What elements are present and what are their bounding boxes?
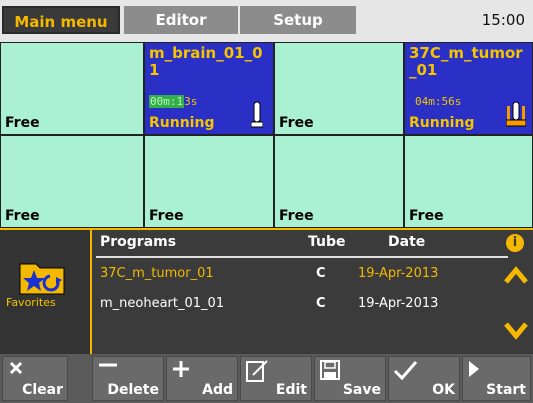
save-button[interactable]: Save [314, 356, 386, 401]
slot-3[interactable]: Free [274, 42, 404, 135]
favorites-folder-icon [19, 263, 65, 295]
bottom-toolbar: Clear Delete Add Edit Save OK Start [0, 354, 533, 403]
slot-status: Running [149, 115, 215, 131]
slot-8[interactable]: Free [404, 135, 533, 228]
tab-main-menu[interactable]: Main menu [2, 6, 120, 34]
slot-program-name: 37C_m_tumor_01 [409, 44, 523, 79]
slot-7[interactable]: Free [274, 135, 404, 228]
program-date: 19-Apr-2013 [358, 266, 439, 281]
favorites-label: Favorites [6, 296, 56, 309]
slot-2[interactable]: m_brain_01_01 00m:13s Running [144, 42, 274, 135]
program-row-2[interactable]: m_neoheart_01_01 C 19-Apr-2013 [96, 292, 508, 316]
program-row-1[interactable]: 37C_m_tumor_01 C 19-Apr-2013 [96, 262, 508, 286]
slot-timer: 04m:56s [415, 95, 462, 108]
delete-button[interactable]: Delete [92, 356, 164, 401]
slot-status: Free [409, 208, 444, 224]
header-date: Date [388, 234, 426, 250]
save-icon [320, 360, 340, 380]
favorites-button[interactable]: Favorites [0, 230, 92, 354]
play-icon [469, 361, 479, 377]
header-divider [96, 256, 508, 258]
tab-editor[interactable]: Editor [124, 6, 238, 34]
slot-6[interactable]: Free [144, 135, 274, 228]
edit-icon [246, 360, 268, 382]
slot-timer: 00m:13s [149, 95, 198, 108]
ok-button[interactable]: OK [388, 356, 460, 401]
edit-label: Edit [275, 382, 307, 398]
edit-button[interactable]: Edit [240, 356, 312, 401]
programs-panel: Favorites Programs Tube Date i 37C_m_tum… [0, 228, 533, 356]
header-programs: Programs [100, 234, 177, 250]
clock: 15:00 [481, 11, 525, 29]
start-label: Start [486, 382, 526, 398]
slot-1[interactable]: Free [0, 42, 144, 135]
clear-label: Clear [22, 382, 63, 398]
clear-button[interactable]: Clear [2, 356, 68, 401]
add-label: Add [202, 382, 233, 398]
program-tube: C [316, 266, 326, 281]
program-name: m_neoheart_01_01 [100, 296, 225, 311]
slot-program-name: m_brain_01_01 [149, 44, 263, 79]
slot-grid: Free m_brain_01_01 00m:13s Running Free … [0, 42, 533, 228]
program-date: 19-Apr-2013 [358, 296, 439, 311]
program-name: 37C_m_tumor_01 [100, 266, 214, 281]
slot-status: Free [279, 208, 314, 224]
scroll-up-icon[interactable] [504, 266, 528, 284]
checkmark-icon [393, 361, 418, 381]
slot-status: Free [5, 115, 40, 131]
minus-icon [99, 363, 117, 367]
plus-icon [173, 361, 189, 377]
tube-icon [251, 101, 263, 128]
slot-status: Running [409, 115, 475, 131]
slot-status: Free [149, 208, 184, 224]
save-label: Save [342, 382, 381, 398]
delete-label: Delete [107, 382, 159, 398]
slot-status: Free [5, 208, 40, 224]
clear-icon [9, 361, 23, 375]
scroll-down-icon[interactable] [504, 322, 528, 340]
slot-status: Free [279, 115, 314, 131]
tab-setup[interactable]: Setup [240, 6, 356, 34]
start-button[interactable]: Start [462, 356, 531, 401]
ok-label: OK [432, 382, 455, 398]
warming-tube-icon [506, 101, 526, 127]
add-button[interactable]: Add [166, 356, 238, 401]
program-tube: C [316, 296, 326, 311]
info-icon[interactable]: i [506, 234, 524, 252]
slot-5[interactable]: Free [0, 135, 144, 228]
top-tab-bar: Main menu Editor Setup 15:00 [0, 0, 533, 42]
slot-4[interactable]: 37C_m_tumor_01 04m:56s Running [404, 42, 533, 135]
header-tube: Tube [308, 234, 346, 250]
programs-table-header: Programs Tube Date [96, 234, 496, 254]
